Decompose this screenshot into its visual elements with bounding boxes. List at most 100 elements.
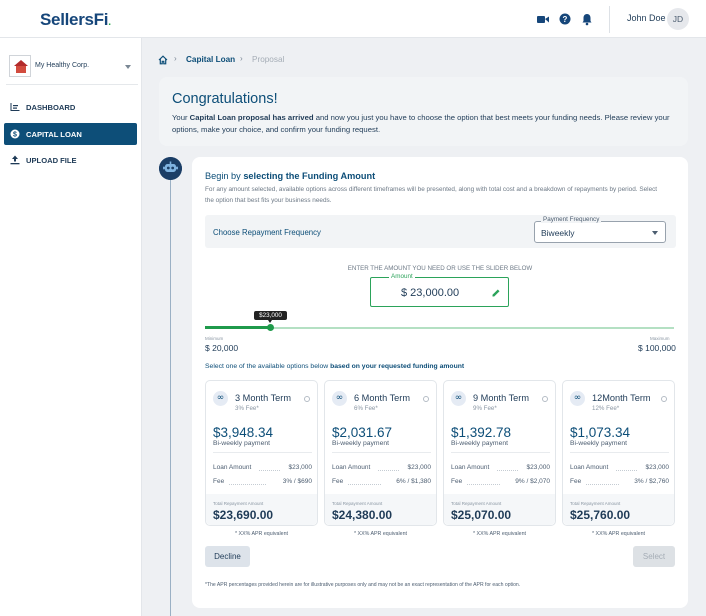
amount-input[interactable]: Amount $ 23,000.00 — [370, 273, 509, 307]
option-payment: $1,073.34 — [570, 425, 631, 440]
apr-note: * XX% APR equivalent — [354, 531, 407, 537]
svg-text:$: $ — [13, 132, 17, 139]
page-title: Congratulations! — [172, 91, 278, 107]
sellersfi-logo[interactable]: SellersFi. — [40, 10, 111, 30]
org-selector[interactable]: My Healthy Corp. — [6, 53, 138, 85]
payment-frequency-select[interactable]: Payment Frequency Biweekly — [534, 216, 666, 243]
payment-frequency-value: Biweekly — [541, 228, 575, 238]
option-card-6-month[interactable]: 6 Month Term 6% Fee* $2,031.67 Bi-weekly… — [324, 380, 437, 526]
slider-min-value: $ 20,000 — [205, 343, 239, 353]
apr-note: * XX% APR equivalent — [235, 531, 288, 537]
loan-amount-row: Loan Amount $23,000 — [332, 464, 431, 471]
breadcrumb-current: Proposal — [252, 55, 285, 64]
option-fee: 12% Fee* — [592, 405, 620, 412]
option-period: Bi-weekly payment — [451, 440, 509, 447]
fee-row: Fee 9% / $2,070 — [451, 478, 550, 485]
top-bar: SellersFi. ? John Doe JD — [0, 0, 706, 38]
chevron-down-icon — [652, 231, 658, 235]
option-term: 9 Month Term — [473, 393, 529, 403]
option-radio[interactable] — [661, 396, 667, 402]
option-period: Bi-weekly payment — [570, 440, 628, 447]
pencil-icon[interactable] — [491, 288, 501, 298]
org-logo — [9, 55, 31, 77]
select-button[interactable]: Select — [633, 546, 675, 567]
assistant-robot-icon — [159, 157, 182, 180]
option-payment: $2,031.67 — [332, 425, 393, 440]
option-card-12-month[interactable]: 12Month Term 12% Fee* $1,073.34 Bi-weekl… — [562, 380, 675, 526]
total-repayment-value: $23,690.00 — [213, 508, 274, 522]
total-repayment: Total Repayment Amount $23,690.00 — [206, 494, 317, 525]
slider-min-label: Minimum — [205, 336, 224, 341]
amount-legend: Amount — [389, 273, 415, 280]
total-repayment: Total Repayment Amount $24,380.00 — [325, 494, 436, 525]
user-name[interactable]: John Doe — [627, 13, 666, 23]
option-card-9-month[interactable]: 9 Month Term 9% Fee* $1,392.78 Bi-weekly… — [443, 380, 556, 526]
divider — [570, 452, 669, 453]
infinity-icon — [332, 391, 347, 406]
help-icon[interactable]: ? — [558, 12, 572, 26]
apr-footnote: *The APR percentages provided herein are… — [205, 582, 521, 588]
infinity-icon — [213, 391, 228, 406]
total-repayment-label: Total Repayment Amount — [213, 501, 264, 506]
sidebar-item-capital-loan[interactable]: $ CAPITAL LOAN — [4, 123, 137, 145]
video-icon[interactable] — [536, 12, 550, 26]
amount-value: $ 23,000.00 — [401, 287, 460, 299]
repayment-frequency-label: Choose Repayment Frequency — [213, 228, 321, 237]
avatar[interactable]: JD — [667, 8, 689, 30]
slider-thumb[interactable] — [267, 324, 274, 331]
fee-row: Fee 3% / $690 — [213, 478, 312, 485]
option-radio[interactable] — [423, 396, 429, 402]
congrats-banner: Congratulations! Your Capital Loan propo… — [159, 77, 688, 146]
option-fee: 6% Fee* — [354, 405, 378, 412]
total-repayment-value: $25,070.00 — [451, 508, 512, 522]
apr-note: * XX% APR equivalent — [473, 531, 526, 537]
total-repayment-label: Total Repayment Amount — [570, 501, 621, 506]
chevron-down-icon — [125, 65, 131, 69]
option-term: 3 Month Term — [235, 393, 291, 403]
option-payment: $1,392.78 — [451, 425, 512, 440]
svg-text:?: ? — [563, 15, 568, 24]
dollar-circle-icon: $ — [10, 129, 20, 139]
topbar-divider — [609, 6, 610, 33]
repayment-frequency-section: Choose Repayment Frequency Payment Frequ… — [205, 215, 676, 248]
sidebar: My Healthy Corp. DASHBOARD $ CAPITAL LOA… — [0, 38, 142, 616]
total-repayment: Total Repayment Amount $25,070.00 — [444, 494, 555, 525]
slider-track-filled[interactable] — [205, 326, 271, 329]
loan-amount-row: Loan Amount $23,000 — [213, 464, 312, 471]
infinity-icon — [570, 391, 585, 406]
funding-subtitle: For any amount selected, available optio… — [205, 186, 658, 204]
sidebar-item-label: CAPITAL LOAN — [26, 130, 82, 139]
option-radio[interactable] — [542, 396, 548, 402]
total-repayment: Total Repayment Amount $25,760.00 — [563, 494, 674, 525]
loan-amount-row: Loan Amount $23,000 — [451, 464, 550, 471]
timeline-line — [170, 178, 171, 616]
sidebar-item-upload-file[interactable]: UPLOAD FILE — [4, 149, 137, 171]
org-name: My Healthy Corp. — [35, 62, 90, 69]
breadcrumb-capital-loan[interactable]: Capital Loan — [186, 55, 235, 64]
bar-chart-icon — [10, 103, 20, 111]
amount-instruction: ENTER THE AMOUNT YOU NEED OR USE THE SLI… — [347, 265, 533, 272]
option-fee: 9% Fee* — [473, 405, 497, 412]
fee-row: Fee 6% / $1,380 — [332, 478, 431, 485]
funding-title: Begin by selecting the Funding Amount — [205, 171, 376, 181]
option-period: Bi-weekly payment — [332, 440, 390, 447]
home-icon[interactable] — [158, 55, 168, 65]
option-period: Bi-weekly payment — [213, 440, 271, 447]
infinity-icon — [451, 391, 466, 406]
options-hint: Select one of the available options belo… — [205, 363, 465, 370]
divider — [451, 452, 550, 453]
option-fee: 3% Fee* — [235, 405, 259, 412]
decline-button[interactable]: Decline — [205, 546, 250, 567]
fee-row: Fee 3% / $2,760 — [570, 478, 669, 485]
bell-icon[interactable] — [580, 12, 594, 26]
slider-max-value: $ 100,000 — [638, 343, 676, 353]
option-radio[interactable] — [304, 396, 310, 402]
congrats-message: Your Capital Loan proposal has arrived a… — [172, 113, 670, 134]
option-card-3-month[interactable]: 3 Month Term 3% Fee* $3,948.34 Bi-weekly… — [205, 380, 318, 526]
slider-max-label: Maximum — [650, 336, 670, 341]
sidebar-item-dashboard[interactable]: DASHBOARD — [4, 96, 137, 118]
divider — [213, 452, 312, 453]
chevron-right-icon: › — [240, 54, 243, 63]
divider — [332, 452, 431, 453]
slider-track[interactable] — [271, 326, 674, 329]
